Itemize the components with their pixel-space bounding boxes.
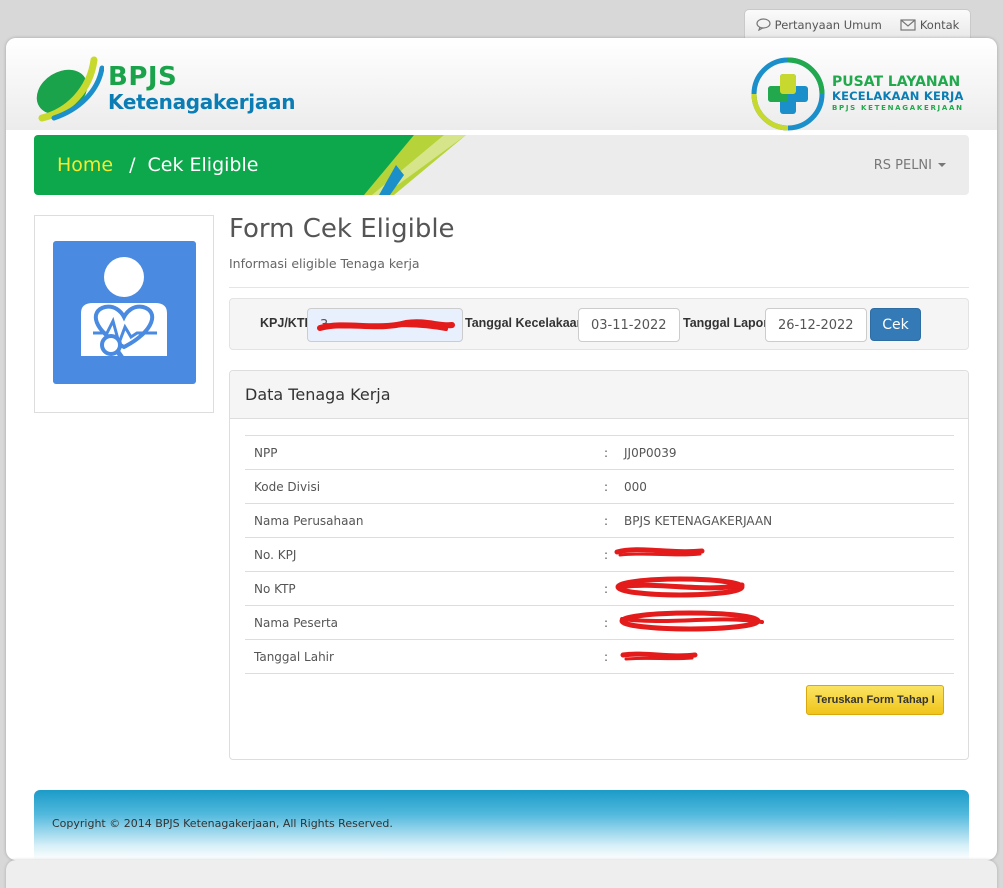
contact-link[interactable]: Kontak: [900, 17, 960, 32]
page-shell: BPJS Ketenagakerjaan PUSAT LAYANAN KECEL…: [6, 38, 997, 860]
copyright-text: Copyright © 2014 BPJS Ketenagakerjaan, A…: [52, 817, 393, 830]
row-label: No KTP: [254, 582, 296, 596]
row-value: JJ0P0039: [624, 446, 677, 460]
continue-form-button[interactable]: Teruskan Form Tahap I: [806, 685, 944, 715]
page-subtitle: Informasi eligible Tenaga kerja: [229, 256, 420, 271]
accident-date-label: Tanggal Kecelakaan: [465, 316, 585, 330]
table-row: Kode Divisi : 000: [245, 470, 954, 504]
eligibility-filter: KPJ/KTP 3 Tanggal Kecelakaan 03-11-2022 …: [229, 298, 969, 350]
table-row: Nama Peserta :: [245, 606, 954, 640]
bpjs-logo[interactable]: BPJS Ketenagakerjaan: [34, 56, 295, 122]
row-colon: :: [604, 650, 609, 664]
kpj-input[interactable]: 3: [307, 308, 463, 342]
contact-link-label: Kontak: [919, 17, 960, 32]
row-value: BPJS KETENAGAKERJAAN: [624, 514, 773, 528]
breadcrumb-home[interactable]: Home: [57, 154, 113, 176]
bottom-bar: [6, 860, 997, 888]
row-label: Nama Peserta: [254, 616, 339, 630]
row-label: NPP: [254, 446, 278, 460]
check-button[interactable]: Cek: [870, 308, 921, 341]
bpjs-leaf-icon: [36, 56, 104, 122]
panel-title: Data Tenaga Kerja: [230, 371, 968, 419]
worker-data-panel: Data Tenaga Kerja NPP : JJ0P0039 Kode Di…: [229, 370, 969, 760]
row-colon: :: [604, 616, 609, 630]
row-colon: :: [604, 480, 609, 494]
kpj-label: KPJ/KTP: [260, 316, 313, 330]
redaction-mark: [615, 576, 745, 598]
pusat-line2: KECELAKAAN KERJA: [832, 89, 964, 103]
report-date-label: Tanggal Lapor: [683, 316, 769, 330]
top-links: Pertanyaan Umum Kontak: [744, 9, 971, 39]
caret-down-icon: [938, 163, 946, 167]
row-label: Tanggal Lahir: [254, 650, 334, 664]
faq-link-label: Pertanyaan Umum: [774, 17, 882, 32]
report-date-input[interactable]: 26-12-2022: [765, 308, 867, 342]
medical-cross-icon: [751, 57, 825, 131]
pusat-line1: PUSAT LAYANAN: [832, 74, 961, 90]
navbar: Home / Cek Eligible RS PELNI: [34, 135, 969, 195]
table-row: NPP : JJ0P0039: [245, 436, 954, 470]
divider: [229, 287, 969, 288]
table-row: Nama Perusahaan : BPJS KETENAGAKERJAAN: [245, 504, 954, 538]
row-label: No. KPJ: [254, 548, 297, 562]
worker-health-icon: [53, 241, 196, 384]
row-label: Kode Divisi: [254, 480, 321, 494]
pusat-layanan-logo: PUSAT LAYANAN KECELAKAAN KERJA BPJS KETE…: [750, 56, 964, 132]
worker-data-table: NPP : JJ0P0039 Kode Divisi : 000 Nama Pe…: [245, 435, 954, 674]
table-row: No. KPJ :: [245, 538, 954, 572]
logo-subtitle: Ketenagakerjaan: [108, 90, 296, 114]
row-colon: :: [604, 582, 609, 596]
redaction-mark: [614, 547, 705, 557]
row-colon: :: [604, 548, 609, 562]
row-value: 000: [624, 480, 647, 494]
faq-link[interactable]: Pertanyaan Umum: [756, 18, 882, 32]
profile-card: [34, 215, 214, 413]
logo-title: BPJS: [108, 62, 178, 92]
pusat-line3: BPJS KETENAGAKERJAAN: [832, 104, 964, 112]
redaction-mark: [619, 610, 764, 632]
breadcrumb-current: Cek Eligible: [147, 154, 259, 176]
speech-bubble-icon: [756, 18, 771, 31]
breadcrumb-separator: /: [129, 154, 136, 176]
row-colon: :: [604, 514, 609, 528]
footer: Copyright © 2014 BPJS Ketenagakerjaan, A…: [34, 790, 969, 860]
breadcrumb: Home / Cek Eligible: [57, 135, 258, 195]
accident-date-input[interactable]: 03-11-2022: [578, 308, 680, 342]
user-menu[interactable]: RS PELNI: [874, 135, 946, 195]
page-title: Form Cek Eligible: [229, 214, 455, 244]
redaction-mark: [620, 651, 698, 661]
envelope-icon: [900, 18, 916, 31]
table-row: Tanggal Lahir :: [245, 640, 954, 674]
row-label: Nama Perusahaan: [254, 514, 364, 528]
row-colon: :: [604, 446, 609, 460]
table-row: No KTP :: [245, 572, 954, 606]
user-menu-label: RS PELNI: [873, 157, 932, 173]
redaction-mark: [317, 319, 455, 331]
